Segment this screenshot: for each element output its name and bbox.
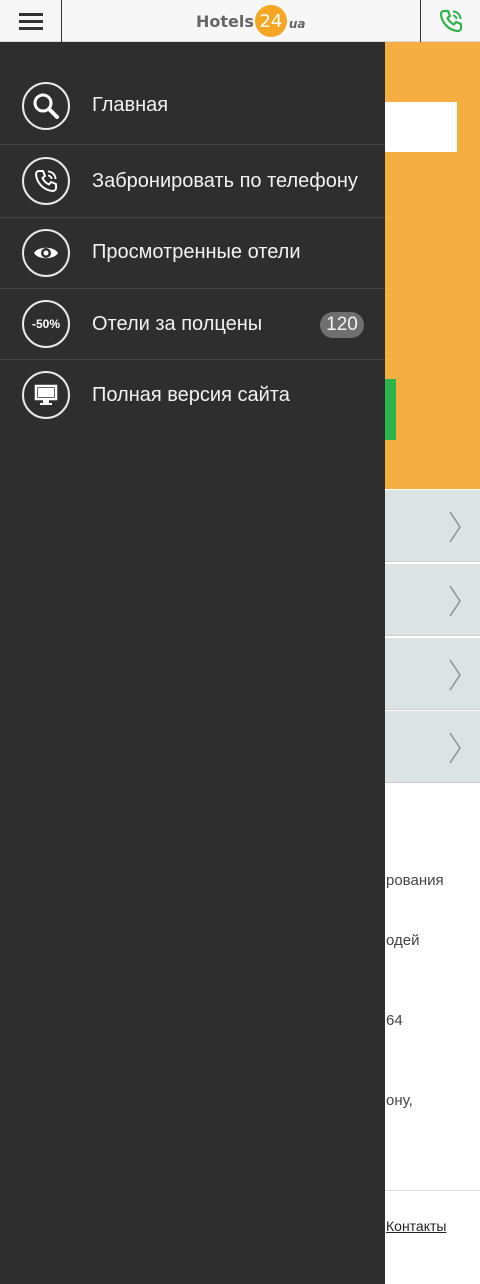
chevron-right-icon xyxy=(449,511,461,543)
menu-item-label: Главная xyxy=(92,94,169,116)
menu-item-full-site[interactable]: Полная версия сайта xyxy=(0,360,385,432)
logo-suffix: ua xyxy=(288,17,306,31)
discount-icon: -50% xyxy=(22,300,70,348)
call-button[interactable] xyxy=(420,0,480,42)
monitor-icon xyxy=(22,371,70,419)
chevron-right-icon xyxy=(449,732,461,764)
menu-item-half-price-hotels[interactable]: -50% Отели за полцены 120 xyxy=(0,289,385,360)
menu-item-label: Отели за полцены xyxy=(92,313,263,335)
menu-item-viewed-hotels[interactable]: Просмотренные отели xyxy=(0,218,385,289)
background-text: рования xyxy=(386,872,444,889)
count-badge: 120 xyxy=(320,312,364,338)
logo-number: 24 xyxy=(254,5,287,37)
background-text: одей xyxy=(386,932,420,949)
menu-item-label: Просмотренные отели xyxy=(92,241,301,263)
eye-icon xyxy=(22,229,70,277)
side-drawer: Главная Забронировать по телефону Просмо… xyxy=(0,42,385,1284)
contacts-link[interactable]: Контакты xyxy=(386,1218,446,1234)
background-text: 64 xyxy=(386,1012,403,1029)
discount-icon-text: -50% xyxy=(31,317,60,331)
menu-item-book-by-phone[interactable]: Забронировать по телефону xyxy=(0,145,385,218)
phone-icon xyxy=(439,9,462,33)
menu-item-label: Полная версия сайта xyxy=(92,384,290,406)
chevron-right-icon xyxy=(449,659,461,691)
background-text: ону, xyxy=(386,1092,413,1109)
hamburger-icon xyxy=(18,12,43,16)
menu-item-label: Забронировать по телефону xyxy=(92,170,358,192)
menu-item-home[interactable]: Главная xyxy=(0,42,385,145)
search-icon xyxy=(22,82,70,130)
logo-text: Hotels xyxy=(196,11,254,31)
chevron-right-icon xyxy=(449,585,461,617)
phone-call-icon xyxy=(22,157,70,205)
top-header: Hotels 24 ua xyxy=(0,0,480,42)
menu-toggle-button[interactable] xyxy=(0,0,62,42)
site-logo[interactable]: Hotels 24 ua xyxy=(196,5,306,37)
